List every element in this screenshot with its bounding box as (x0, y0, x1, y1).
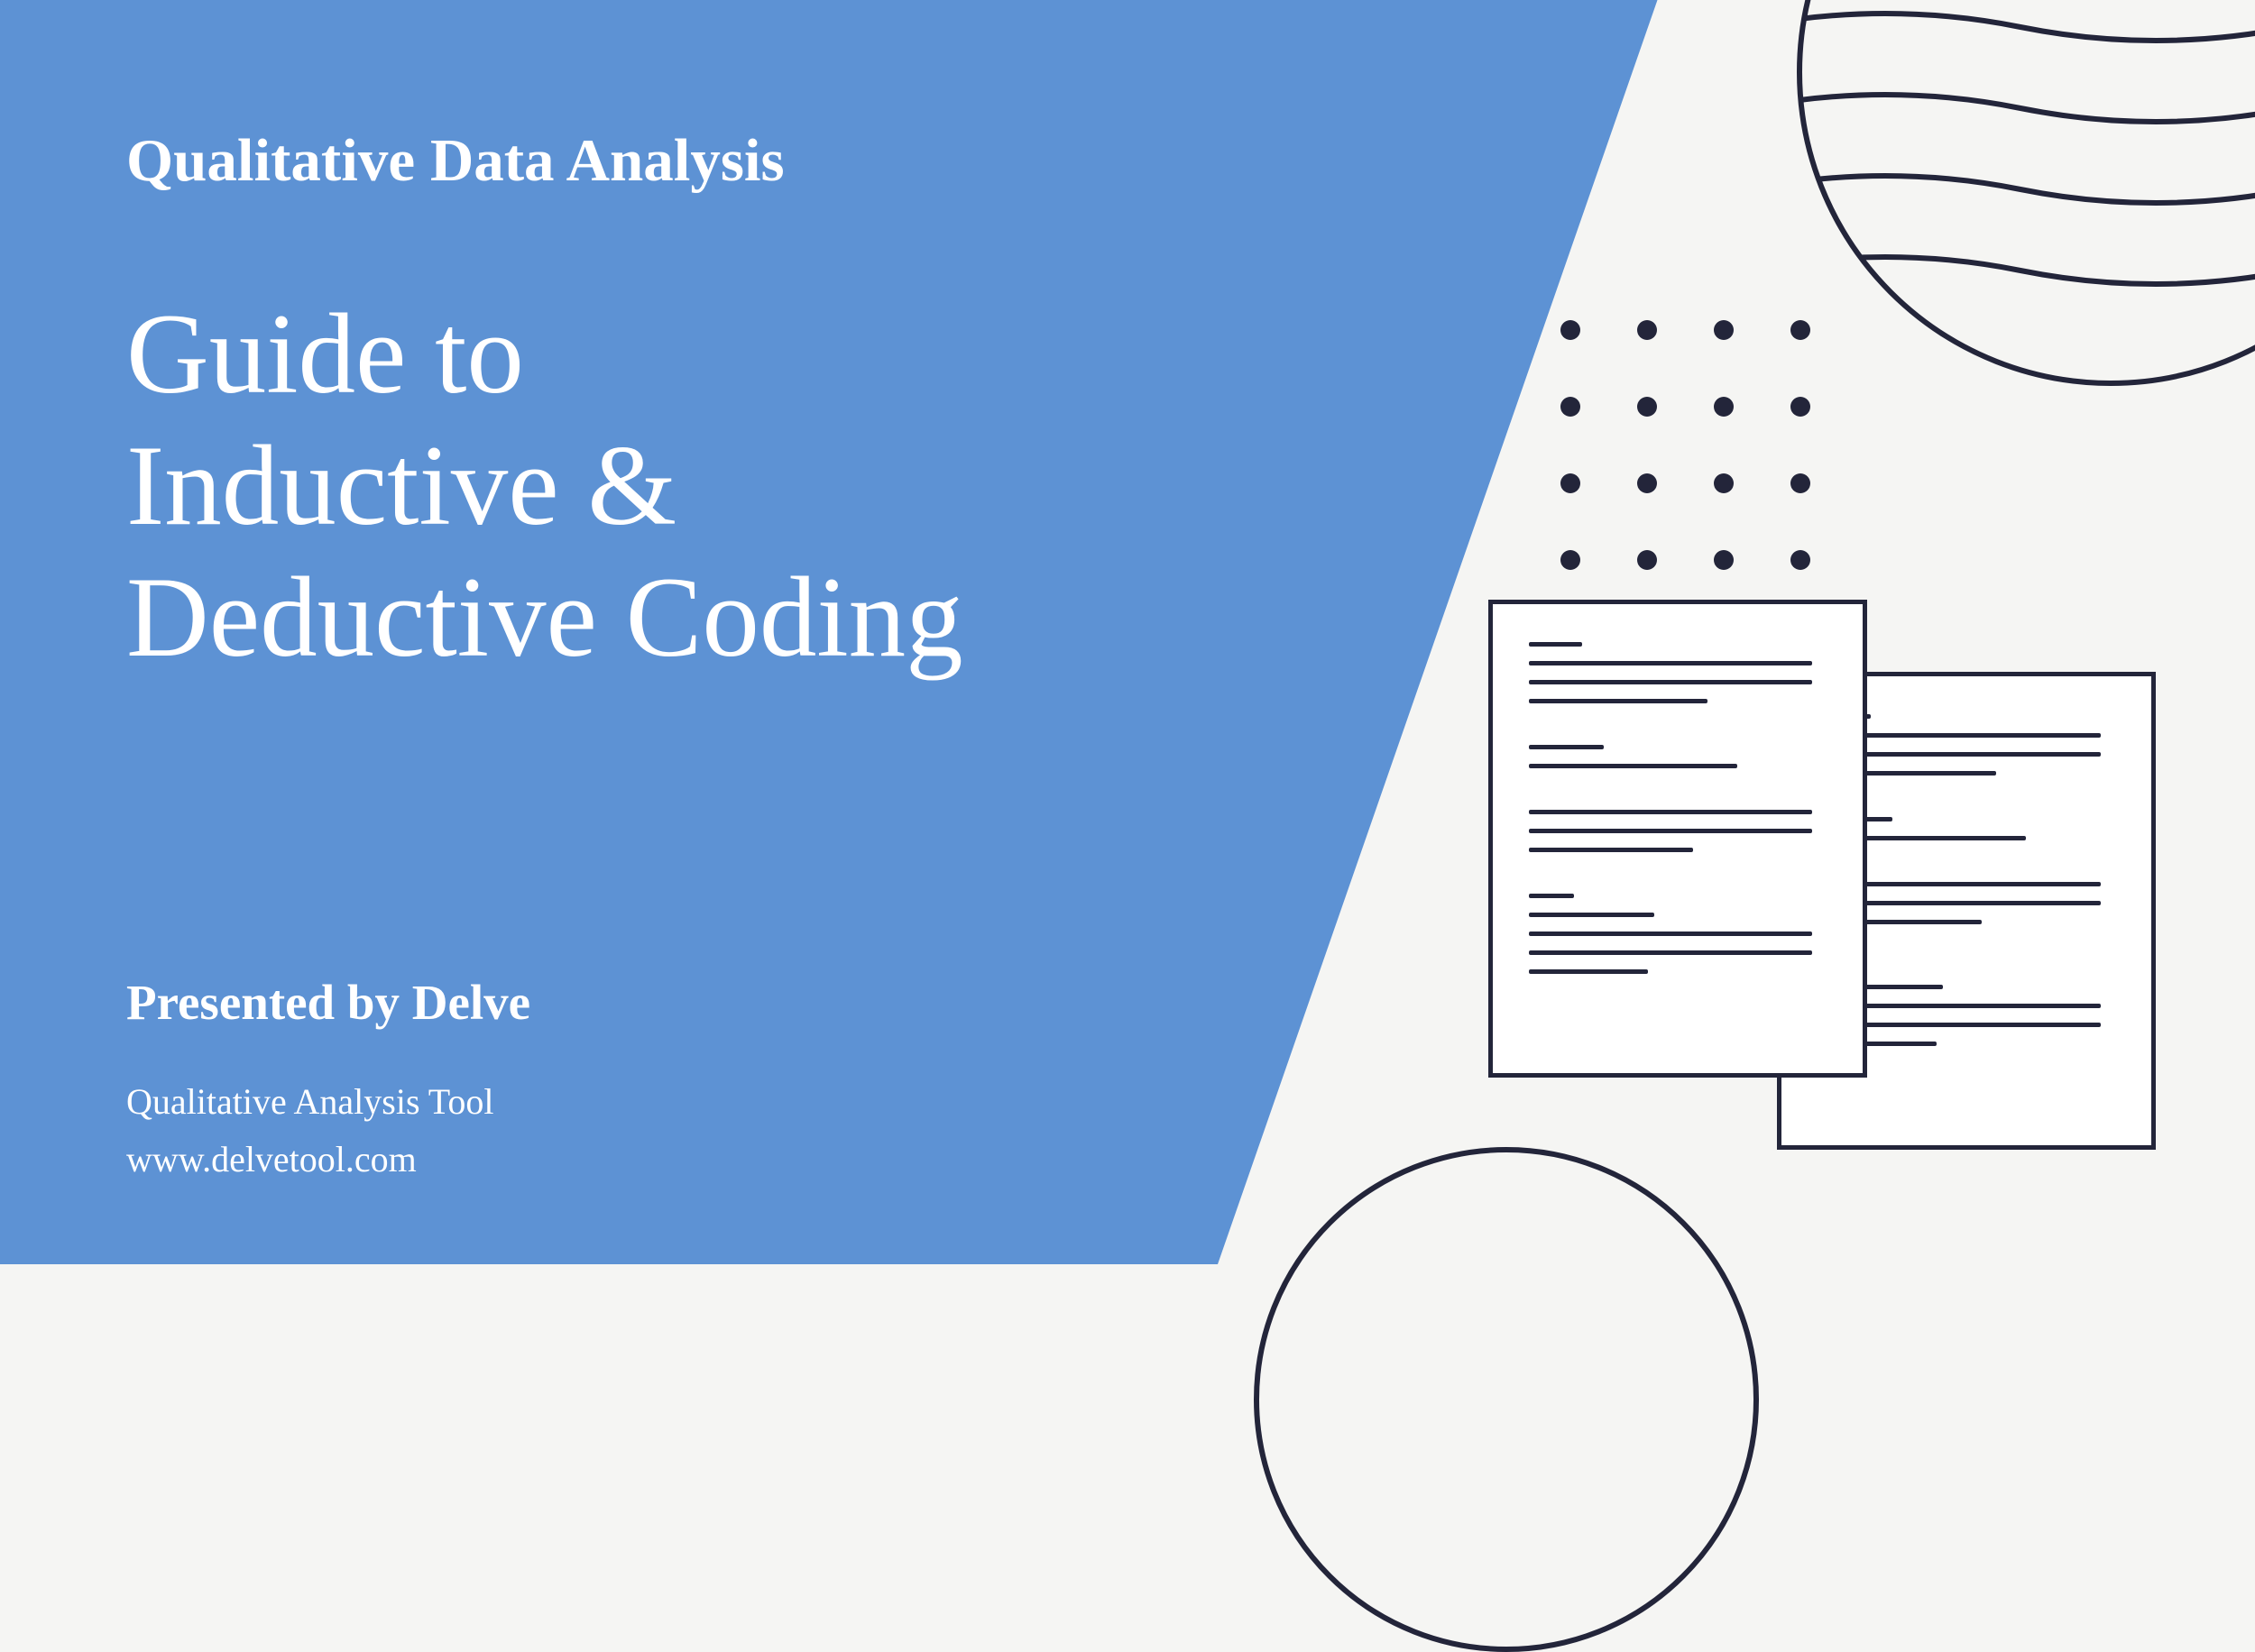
document-front (1488, 600, 1867, 1078)
title-line-2: Inductive & (126, 420, 963, 552)
eyebrow-heading: Qualitative Data Analysis (126, 126, 785, 196)
dot (1637, 320, 1657, 340)
dot (1790, 320, 1810, 340)
dot (1560, 320, 1580, 340)
dot (1714, 473, 1734, 493)
dot (1714, 550, 1734, 570)
dot (1637, 473, 1657, 493)
title-line-1: Guide to (126, 289, 963, 420)
dot (1560, 550, 1580, 570)
dot (1637, 550, 1657, 570)
footer-line-2: www.delvetool.com (126, 1131, 494, 1189)
dot (1637, 397, 1657, 417)
footer-text: Qualitative Analysis Tool www.delvetool.… (126, 1073, 494, 1189)
dot (1790, 550, 1810, 570)
dot (1714, 320, 1734, 340)
dot (1560, 397, 1580, 417)
documents-illustration (1488, 600, 2165, 1141)
dot (1560, 473, 1580, 493)
dot (1790, 397, 1810, 417)
wavy-circle-decoration (1795, 0, 2255, 388)
presented-by: Presented by Delve (126, 974, 530, 1031)
dot-grid-decoration (1560, 320, 1810, 570)
document-lines (1529, 642, 1827, 974)
bottom-circle-decoration (1254, 1147, 1759, 1652)
title-line-3: Deductive Coding (126, 552, 963, 684)
dot (1714, 397, 1734, 417)
footer-line-1: Qualitative Analysis Tool (126, 1073, 494, 1131)
main-title: Guide to Inductive & Deductive Coding (126, 289, 963, 684)
dot (1790, 473, 1810, 493)
